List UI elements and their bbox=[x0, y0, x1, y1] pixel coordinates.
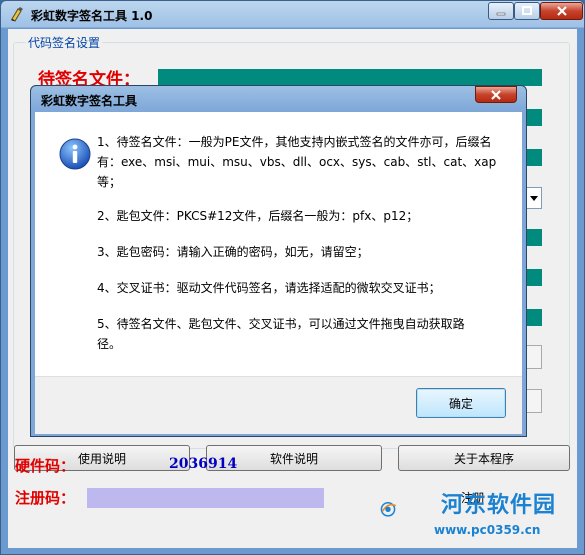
title-bar[interactable]: 彩虹数字签名工具 1.0 bbox=[1, 1, 584, 29]
pen-tool-icon bbox=[11, 7, 23, 22]
minimize-icon bbox=[496, 12, 506, 16]
hardware-code-label: 硬件码： bbox=[15, 457, 76, 475]
dialog-message-4: 4、交叉证书：驱动文件代码签名，请选择适配的微软交叉证书； bbox=[97, 281, 441, 295]
group-legend: 代码签名设置 bbox=[26, 34, 103, 51]
maximize-button[interactable] bbox=[514, 2, 540, 20]
info-dialog: 彩虹数字签名工具 1、待签名文件：一般为PE文件，其他支持内嵌式签名的文件亦可，… bbox=[30, 85, 527, 437]
watermark-name: 河东软件园 bbox=[441, 492, 557, 518]
maximize-icon bbox=[522, 6, 532, 15]
dialog-close-button[interactable] bbox=[475, 86, 517, 103]
about-button[interactable]: 关于本程序 bbox=[398, 445, 570, 471]
register-code-label: 注册码： bbox=[15, 489, 76, 507]
dialog-message-2: 2、匙包文件：PKCS#12文件，后缀名一般为：pfx、p12； bbox=[97, 209, 419, 223]
register-code-input[interactable] bbox=[87, 488, 324, 508]
close-icon bbox=[556, 6, 567, 16]
close-button[interactable] bbox=[540, 2, 583, 20]
minimize-button[interactable] bbox=[488, 2, 514, 20]
app-title: 彩虹数字签名工具 1.0 bbox=[31, 9, 153, 23]
file-to-sign-field[interactable] bbox=[158, 69, 542, 86]
dialog-title: 彩虹数字签名工具 bbox=[41, 94, 138, 108]
ok-button[interactable]: 确定 bbox=[416, 388, 506, 418]
dialog-message-3: 3、匙包密码：请输入正确的密码，如无，请留空； bbox=[97, 245, 369, 259]
dialog-message-1: 1、待签名文件：一般为PE文件，其他支持内嵌式签名的文件亦可，后缀名有：exe、… bbox=[97, 135, 497, 189]
watermark-logo-icon bbox=[380, 501, 397, 517]
watermark-url: www.pc0359.cn bbox=[434, 523, 541, 537]
hardware-code-value: 2036914 bbox=[169, 456, 238, 472]
dialog-message-5: 5、待签名文件、匙包文件、交叉证书，可以通过文件拖曳自动获取路径。 bbox=[97, 317, 465, 351]
close-icon bbox=[491, 89, 501, 100]
info-icon bbox=[59, 138, 91, 170]
chevron-down-icon bbox=[530, 196, 538, 201]
